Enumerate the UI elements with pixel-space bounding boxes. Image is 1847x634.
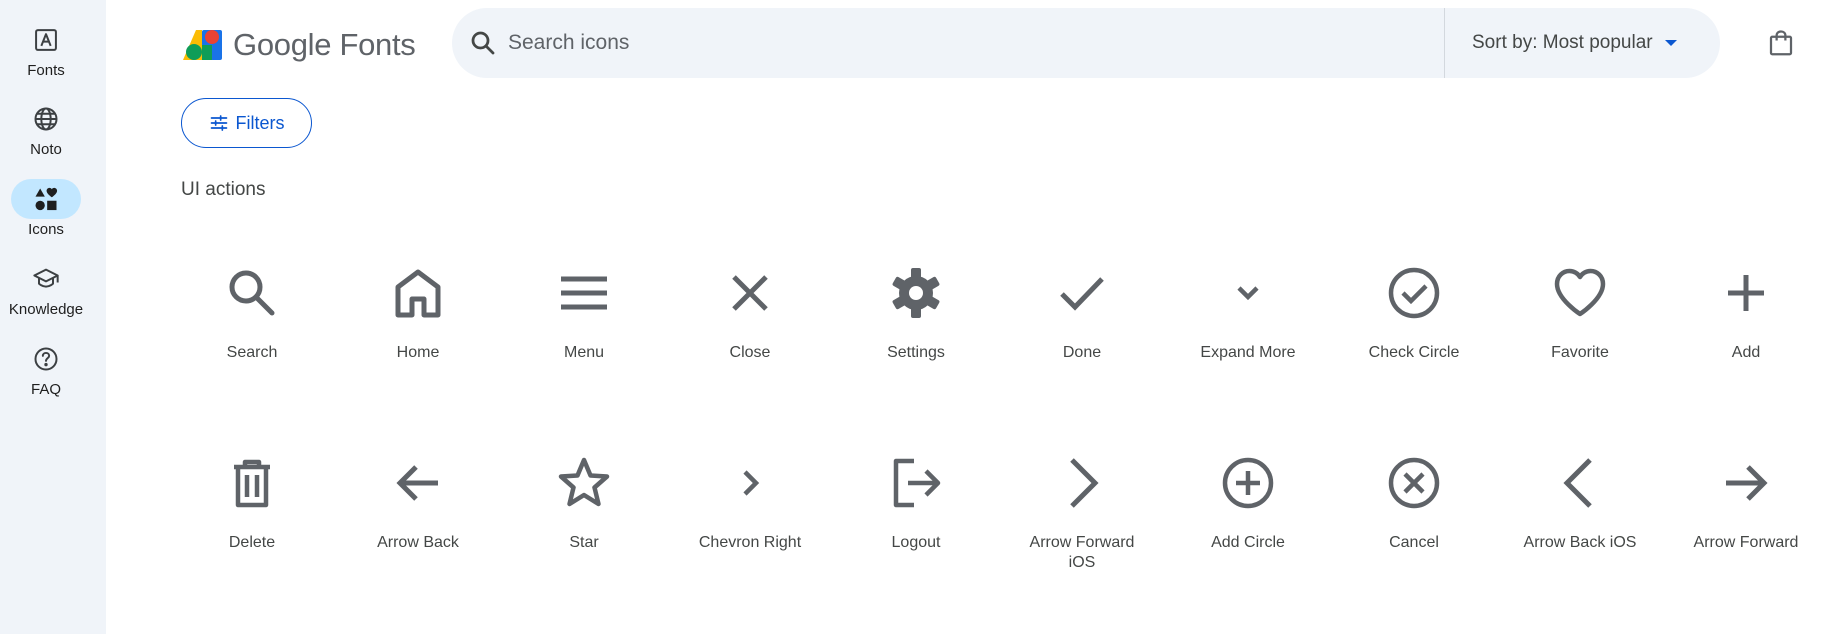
icon-label: Settings [887,344,945,361]
shapes-icon [35,187,58,211]
icon-tile-cancel[interactable]: Cancel [1331,425,1497,615]
rail-item-knowledge[interactable]: Knowledge [0,259,92,333]
search-divider [1444,8,1445,78]
icon-label: Logout [891,534,941,551]
google-fonts-logo-icon [183,30,222,60]
delete-icon [234,459,270,508]
rail-item-label: Knowledge [8,301,84,318]
menu-icon [561,276,607,310]
sort-dropdown[interactable]: Sort by: Most popular [1472,8,1677,78]
icon-label: Expand More [1200,344,1296,361]
font-icon [35,29,57,51]
arrow-forward-ios-icon [1070,458,1099,508]
rail-item-label: Icons [28,221,64,238]
school-icon [33,268,59,288]
icon-tile-check-circle[interactable]: Check Circle [1331,235,1497,425]
icon-label: Arrow Back [377,534,459,551]
sort-label: Sort by: Most popular [1472,32,1653,53]
icon-label: Add Circle [1211,534,1285,551]
icon-tile-done[interactable]: Done [999,235,1165,425]
logout-icon [893,458,941,508]
google-fonts-logo[interactable]: Google Fonts [181,25,416,65]
icon-label: Arrow Forward [1693,534,1799,551]
arrow-back-icon [396,465,438,501]
icon-tile-close[interactable]: Close [667,235,833,425]
icon-label: Favorite [1551,344,1609,361]
tune-icon [210,115,227,131]
icon-label: Menu [563,344,605,361]
rail-item-noto[interactable]: Noto [0,99,92,173]
icon-label: Delete [228,534,276,551]
add-icon [1728,275,1764,311]
icon-label: Done [1062,344,1102,361]
search-input[interactable] [508,23,1408,63]
home-icon [395,269,441,318]
shopping-bag-icon[interactable] [1766,28,1796,58]
icon-tile-add-circle[interactable]: Add Circle [1165,425,1331,615]
icon-label: Add [1731,344,1761,361]
rail-item-icons[interactable]: Icons [0,179,92,253]
star-icon [558,457,610,507]
section-title: UI actions [181,179,266,200]
icon-tile-add[interactable]: Add [1663,235,1829,425]
add-circle-icon [1222,457,1274,509]
rail-item-label: FAQ [30,381,61,398]
icon-label: Check Circle [1368,344,1460,361]
icon-tile-settings[interactable]: Settings [833,235,999,425]
icon-tile-logout[interactable]: Logout [833,425,999,615]
icon-label: Close [729,344,771,361]
rail-item-label: Fonts [27,62,65,79]
icon-tile-chevron-right[interactable]: Chevron Right [667,425,833,615]
settings-icon [892,268,940,318]
icon-tile-favorite[interactable]: Favorite [1497,235,1663,425]
google-fonts-icons-page: Fonts Noto Icons Knowledge FAQ Google Fo… [0,0,1847,634]
check-circle-icon [1388,267,1440,319]
icon-label: Home [396,344,440,361]
favorite-icon [1554,268,1606,317]
filters-button[interactable]: Filters [181,98,312,148]
icon-tile-menu[interactable]: Menu [501,235,667,425]
done-icon [1060,277,1104,311]
chevron-right-icon [743,470,760,496]
icon-tile-search[interactable]: Search [169,235,335,425]
icon-tile-delete[interactable]: Delete [169,425,335,615]
icon-tile-star[interactable]: Star [501,425,667,615]
rail-item-label: Noto [30,141,62,158]
search-icon [229,270,275,316]
logo-text: Google Fonts [233,27,416,62]
rail-item-fonts[interactable]: Fonts [0,20,92,94]
icon-label: Arrow Forward iOS [1029,534,1135,571]
icon-grid: Search Home Menu Close Settings Done Exp… [169,235,1837,615]
search-icon[interactable] [468,28,498,58]
icon-tile-arrow-forward-ios[interactable]: Arrow Forward iOS [999,425,1165,615]
caret-down-icon [1664,40,1677,46]
icon-tile-arrow-back[interactable]: Arrow Back [335,425,501,615]
cancel-icon [1388,457,1440,509]
arrow-forward-icon [1726,465,1768,501]
filters-label: Filters [235,112,285,133]
icon-tile-home[interactable]: Home [335,235,501,425]
close-icon [732,275,768,311]
icon-tile-arrow-back-ios[interactable]: Arrow Back iOS [1497,425,1663,615]
search-bar: Sort by: Most popular [452,8,1720,78]
arrow-back-ios-icon [1563,458,1592,508]
side-navigation-rail: Fonts Noto Icons Knowledge FAQ [0,0,106,634]
icon-tile-arrow-forward[interactable]: Arrow Forward [1663,425,1829,615]
rail-item-faq[interactable]: FAQ [0,339,92,413]
icon-tile-expand-more[interactable]: Expand More [1165,235,1331,425]
icon-label: Cancel [1389,534,1439,551]
icon-label: Chevron Right [698,534,802,551]
icon-label: Star [569,534,599,551]
icon-label: Arrow Back iOS [1523,534,1637,551]
globe-icon [34,107,58,131]
expand-more-icon [1237,286,1259,301]
help-icon [34,347,58,371]
icon-label: Search [226,344,278,361]
